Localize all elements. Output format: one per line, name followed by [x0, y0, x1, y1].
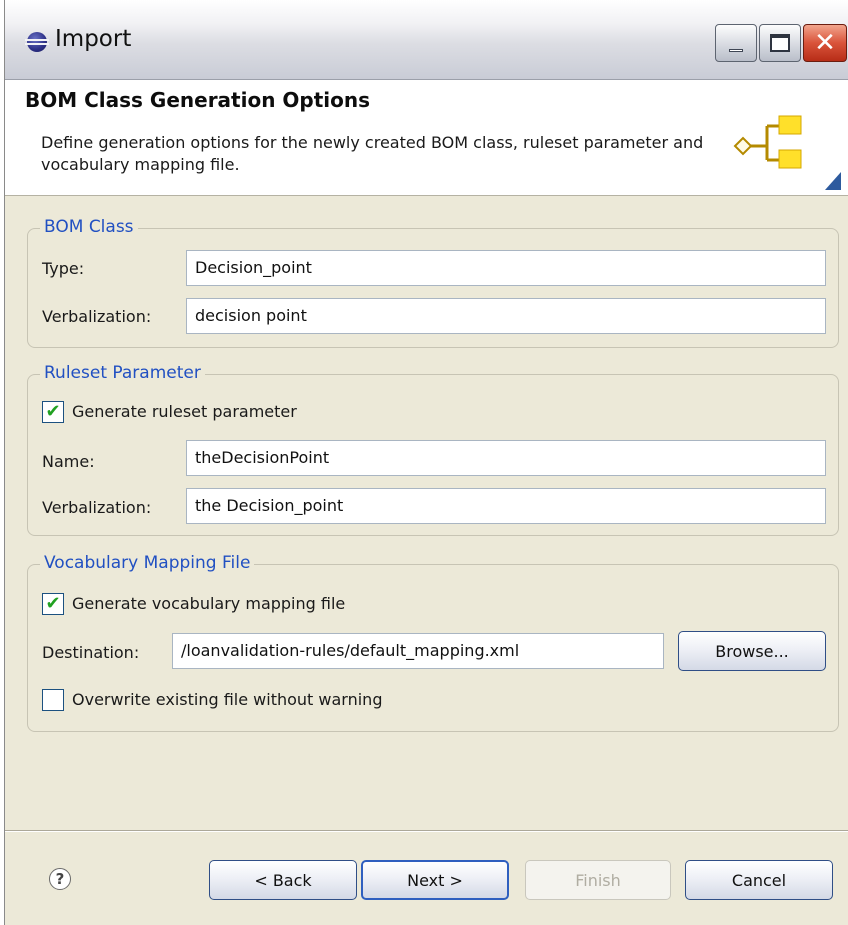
- page-description: Define generation options for the newly …: [41, 133, 704, 174]
- close-button[interactable]: ✕: [803, 24, 847, 62]
- vocabulary-mapping-group: Vocabulary Mapping File ✔ Generate vocab…: [27, 553, 839, 732]
- generate-ruleset-parameter-label[interactable]: Generate ruleset parameter: [72, 402, 297, 421]
- name-field[interactable]: theDecisionPoint: [186, 440, 826, 476]
- back-button[interactable]: < Back: [209, 860, 357, 900]
- class-hierarchy-icon: [733, 115, 841, 190]
- ruleset-parameter-group: Ruleset Parameter ✔ Generate ruleset par…: [27, 363, 839, 536]
- checkmark-icon: ✔: [45, 593, 61, 614]
- maximize-icon: [770, 34, 790, 52]
- window-title: Import: [55, 26, 132, 52]
- ruleset-verbalization-label: Verbalization:: [42, 498, 152, 517]
- cancel-button[interactable]: Cancel: [685, 860, 833, 900]
- ruleset-parameter-legend: Ruleset Parameter: [40, 363, 205, 383]
- bom-class-group: BOM Class Type: Decision_point Verbaliza…: [27, 217, 839, 348]
- type-label: Type:: [42, 259, 85, 278]
- generate-ruleset-parameter-checkbox[interactable]: ✔: [42, 401, 64, 423]
- minimize-icon: [729, 48, 743, 52]
- destination-field[interactable]: /loanvalidation-rules/default_mapping.xm…: [172, 633, 664, 669]
- footer-separator: [5, 830, 848, 832]
- type-field[interactable]: Decision_point: [186, 250, 826, 286]
- checkmark-icon: ✔: [45, 401, 61, 422]
- bom-verbalization-field[interactable]: decision point: [186, 298, 826, 334]
- ruleset-verbalization-field[interactable]: the Decision_point: [186, 488, 826, 524]
- generate-vocabulary-mapping-label[interactable]: Generate vocabulary mapping file: [72, 594, 345, 613]
- page-title: BOM Class Generation Options: [25, 88, 371, 112]
- minimize-button[interactable]: [715, 24, 757, 62]
- destination-label: Destination:: [42, 643, 140, 662]
- maximize-button[interactable]: [759, 24, 801, 62]
- overwrite-existing-checkbox[interactable]: [42, 689, 64, 711]
- name-label: Name:: [42, 452, 95, 471]
- overwrite-existing-label[interactable]: Overwrite existing file without warning: [72, 690, 382, 709]
- eclipse-icon: [25, 32, 49, 52]
- close-icon: ✕: [814, 28, 836, 58]
- vocabulary-mapping-legend: Vocabulary Mapping File: [40, 553, 255, 573]
- generate-vocabulary-mapping-checkbox[interactable]: ✔: [42, 593, 64, 615]
- help-icon[interactable]: ?: [49, 868, 71, 890]
- bom-class-legend: BOM Class: [40, 217, 138, 237]
- finish-button: Finish: [525, 860, 671, 900]
- wizard-header: BOM Class Generation Options Define gene…: [5, 80, 848, 196]
- import-dialog: Import ✕ BOM Class Generation Options De…: [4, 0, 848, 925]
- next-button[interactable]: Next >: [361, 860, 509, 900]
- bom-verbalization-label: Verbalization:: [42, 307, 152, 326]
- browse-button[interactable]: Browse...: [678, 631, 826, 671]
- title-bar[interactable]: Import ✕: [5, 0, 848, 80]
